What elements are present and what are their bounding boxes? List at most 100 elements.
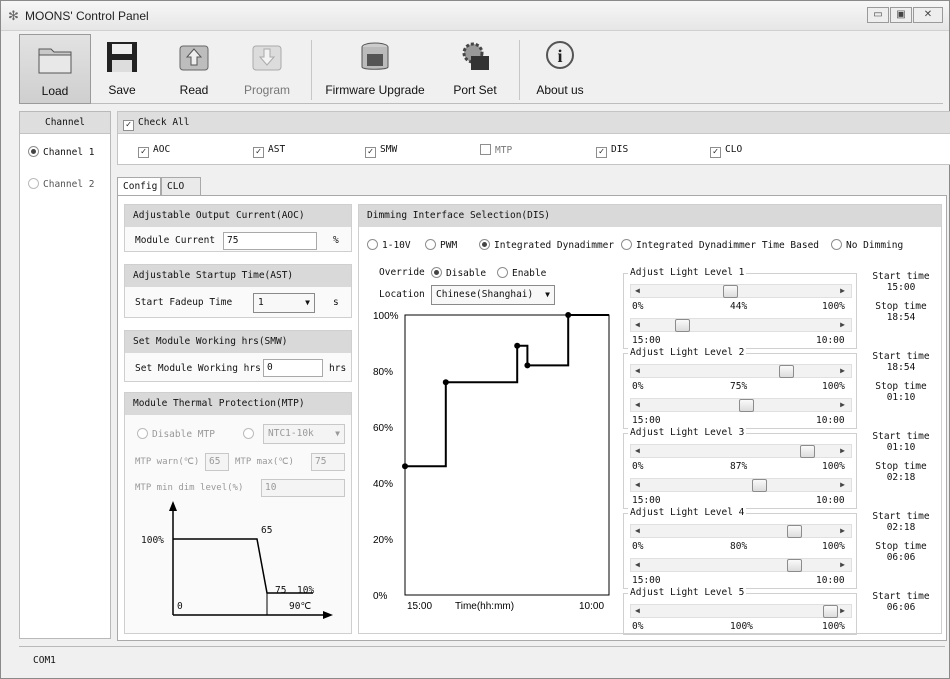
ntc-value: NTC1-10k: [268, 428, 314, 439]
maximize-icon: ▣: [896, 9, 906, 20]
check-clo[interactable]: ✓ CLO: [710, 144, 742, 158]
ntc-radio[interactable]: [243, 428, 258, 440]
minimize-icon: ▭: [873, 9, 883, 20]
load-label: Load: [41, 84, 69, 98]
radio-icon: [479, 239, 490, 250]
location-select[interactable]: Chinese(Shanghai) ▼: [431, 285, 555, 305]
firmware-upgrade-label: Firmware Upgrade: [325, 83, 425, 97]
tab-config[interactable]: Config: [117, 177, 161, 197]
dis-option-no-dimming[interactable]: No Dimming: [831, 239, 903, 251]
time-slider[interactable]: ◀ ▶: [630, 558, 852, 572]
read-label: Read: [179, 83, 209, 97]
y-tick-label: 40%: [373, 479, 393, 490]
level-times: Start time 18:54 Stop time 01:10: [865, 351, 937, 403]
mtp-warn-input[interactable]: 65: [205, 453, 229, 471]
slider-thumb[interactable]: [675, 319, 691, 332]
check-clo-label: CLO: [725, 144, 743, 155]
channel-2-label: Channel 2: [43, 179, 95, 190]
x-axis-title: Time(hh:mm): [455, 601, 514, 612]
level-slider[interactable]: ◀ ▶: [630, 444, 852, 458]
channel-2-option[interactable]: Channel 2: [28, 178, 94, 190]
ast-box: Adjustable Startup Time(AST) Start Fadeu…: [124, 264, 352, 318]
program-label: Program: [243, 83, 290, 97]
save-button[interactable]: Save: [99, 34, 145, 104]
level-min: 0%: [632, 381, 644, 392]
slider-thumb[interactable]: [778, 365, 794, 378]
radio-icon: [28, 146, 39, 157]
program-button[interactable]: Program: [229, 34, 305, 104]
level-value: 100%: [730, 621, 753, 632]
arrow-right-icon: ▶: [840, 446, 845, 455]
slider-thumb[interactable]: [739, 399, 755, 412]
maximize-button[interactable]: ▣: [890, 7, 912, 23]
arrow-left-icon: ◀: [635, 400, 640, 409]
port-set-button[interactable]: Port Set: [439, 34, 511, 104]
channel-1-option[interactable]: Channel 1: [28, 146, 94, 158]
mtp-title: Module Thermal Protection(MTP): [125, 393, 351, 415]
time-slider[interactable]: ◀ ▶: [630, 478, 852, 492]
dis-option-1-10v[interactable]: 1-10V: [367, 239, 411, 251]
disable-mtp-option[interactable]: Disable MTP: [137, 428, 215, 440]
mtp-max-input[interactable]: 75: [311, 453, 345, 471]
smw-input[interactable]: 0: [263, 359, 323, 377]
checkbox-icon: ✓: [123, 120, 134, 131]
minimize-button[interactable]: ▭: [867, 7, 889, 23]
level-max: 100%: [822, 621, 845, 632]
slider-thumb[interactable]: [751, 479, 767, 492]
y-tick-label: 60%: [373, 423, 393, 434]
slider-thumb[interactable]: [787, 559, 803, 572]
dis-option-1-10v-label: 1-10V: [382, 240, 411, 251]
arrow-right-icon: ▶: [840, 480, 845, 489]
about-us-button[interactable]: i About us: [527, 34, 593, 104]
start-time-label: Start time: [872, 511, 930, 522]
start-time-value: 01:10: [886, 442, 916, 453]
level-min: 0%: [632, 461, 644, 472]
checkbox-icon: ✓: [138, 147, 149, 158]
ntc-select[interactable]: NTC1-10k ▼: [263, 424, 345, 444]
check-all[interactable]: ✓ Check All: [118, 112, 950, 134]
dis-option-dynadimmer[interactable]: Integrated Dynadimmer: [479, 239, 614, 251]
mtp-min-input[interactable]: 10: [261, 479, 345, 497]
firmware-upgrade-button[interactable]: Firmware Upgrade: [319, 34, 431, 104]
aoc-input[interactable]: 75: [223, 232, 317, 250]
start-time-label: Start time: [872, 351, 930, 362]
check-ast-label: AST: [268, 144, 286, 155]
dis-option-time-based[interactable]: Integrated Dynadimmer Time Based: [621, 239, 819, 251]
time-slider[interactable]: ◀ ▶: [630, 318, 852, 332]
dimming-chart: 0% 20% 40% 60% 80% 100% 15:00 Time(hh:mm) 10:00: [373, 311, 610, 612]
slider-thumb[interactable]: [787, 525, 803, 538]
tab-clo[interactable]: CLO: [161, 177, 201, 196]
disable-mtp-label: Disable MTP: [152, 429, 215, 440]
close-button[interactable]: ✕: [913, 7, 943, 23]
level-slider[interactable]: ◀ ▶: [630, 364, 852, 378]
level-value: 80%: [730, 541, 748, 552]
aoc-box: Adjustable Output Current(AOC) Module Cu…: [124, 204, 352, 252]
check-ast[interactable]: ✓ AST: [253, 144, 285, 158]
level-slider[interactable]: ◀ ▶: [630, 604, 852, 618]
slider-thumb[interactable]: [823, 605, 838, 618]
read-button[interactable]: Read: [159, 34, 229, 104]
override-enable[interactable]: Enable: [497, 267, 546, 279]
light-level-1: Adjust Light Level 1 ◀ ▶ 0% 44% 100% ◀ ▶ 15:00 10…: [623, 267, 857, 349]
override-disable[interactable]: Disable: [431, 267, 486, 279]
check-dis[interactable]: ✓ DIS: [596, 144, 628, 158]
check-smw[interactable]: ✓ SMW: [365, 144, 397, 158]
toolbar-separator: [311, 40, 312, 100]
check-aoc[interactable]: ✓ AOC: [138, 144, 170, 158]
slider-thumb[interactable]: [799, 445, 815, 458]
check-mtp[interactable]: MTP: [480, 144, 512, 156]
graph-75-label: 75: [275, 585, 287, 596]
light-level-title: Adjust Light Level 3: [628, 427, 747, 438]
time-slider[interactable]: ◀ ▶: [630, 398, 852, 412]
arrow-right-icon: ▶: [840, 560, 845, 569]
load-button[interactable]: Load: [19, 34, 91, 104]
level-slider[interactable]: ◀ ▶: [630, 284, 852, 298]
checkbox-icon: ✓: [710, 147, 721, 158]
level-slider[interactable]: ◀ ▶: [630, 524, 852, 538]
dis-option-pwm[interactable]: PWM: [425, 239, 457, 251]
aoc-unit: %: [333, 235, 339, 246]
info-icon: i: [546, 41, 574, 69]
fadeup-time-select[interactable]: 1 ▼: [253, 293, 315, 313]
slider-thumb[interactable]: [723, 285, 739, 298]
toolbar-separator: [519, 40, 520, 100]
